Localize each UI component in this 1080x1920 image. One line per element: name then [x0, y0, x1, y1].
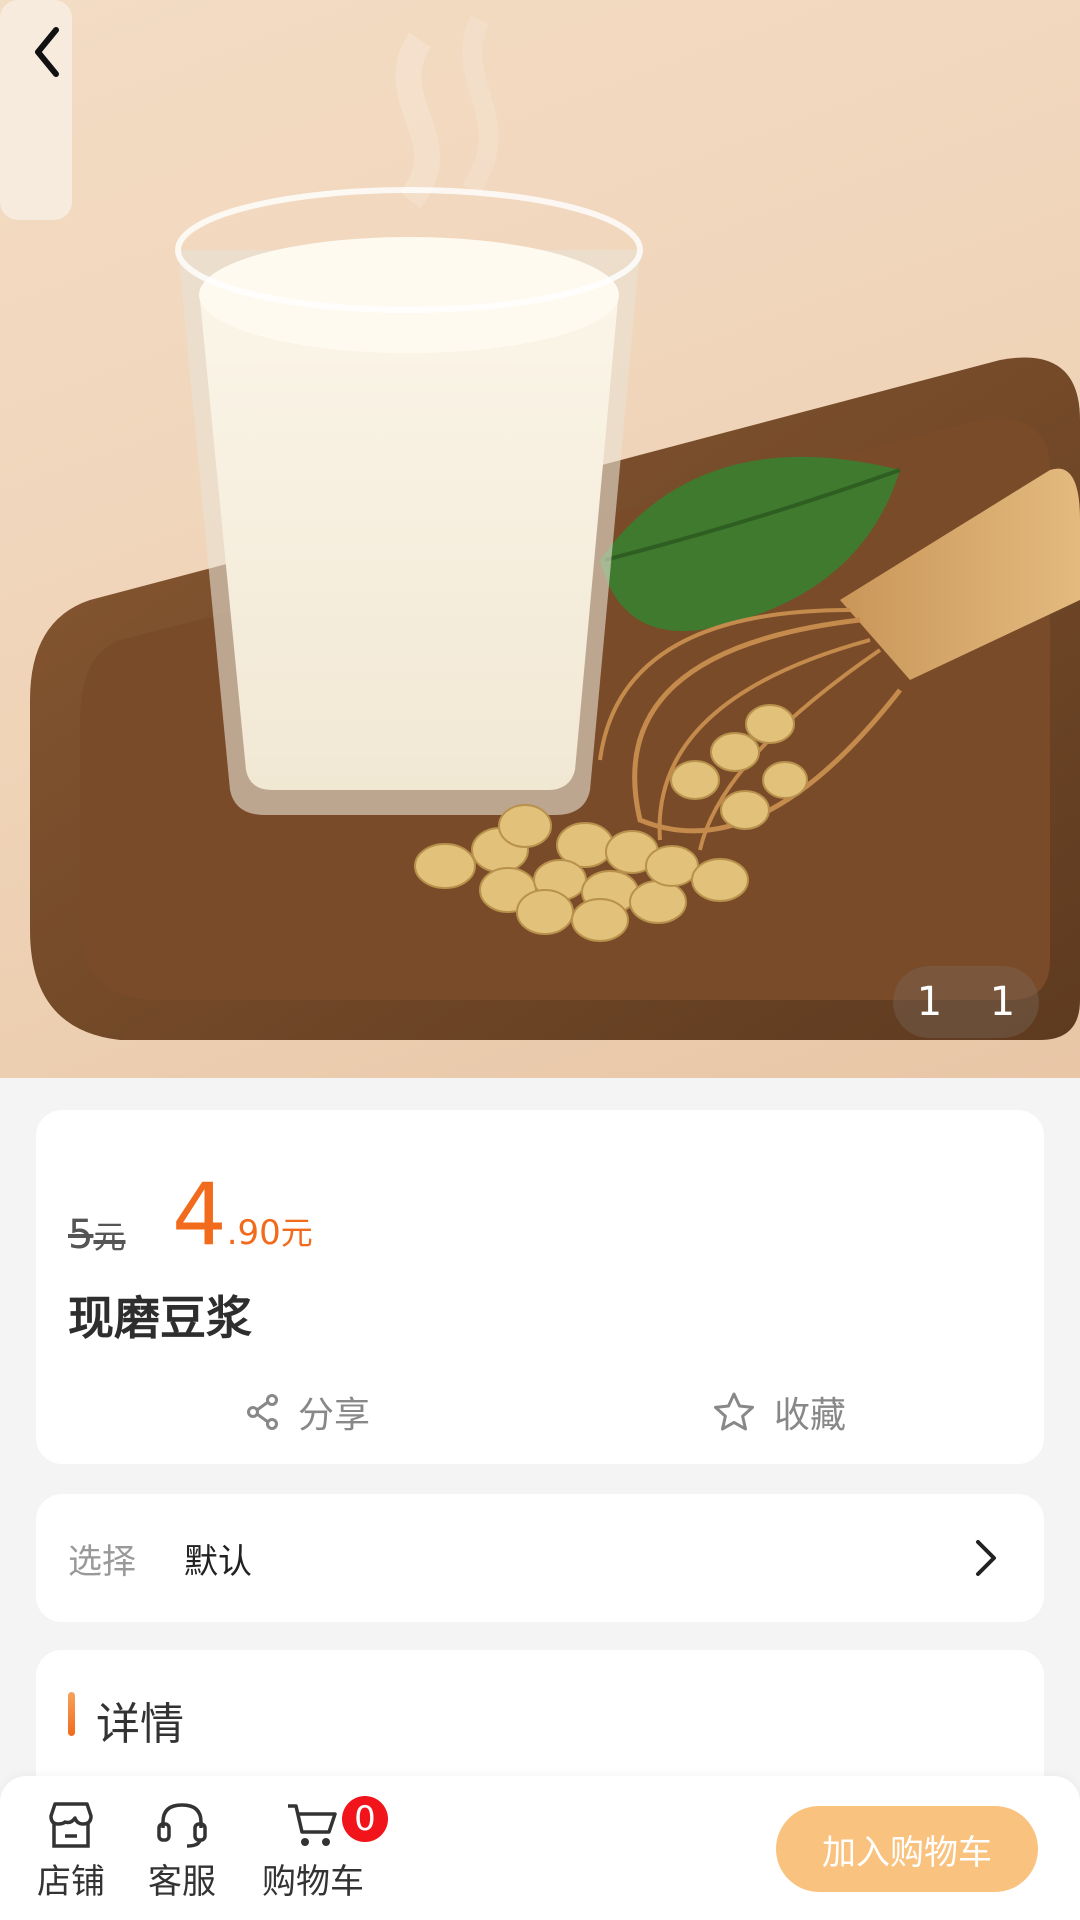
- original-price-value: 5: [68, 1212, 94, 1258]
- spec-selector[interactable]: 选择 默认: [36, 1494, 1044, 1622]
- original-price-unit: 元: [93, 1218, 126, 1256]
- spec-label: 选择: [68, 1542, 136, 1582]
- detail-accent-bar: [68, 1692, 75, 1736]
- product-title: 现磨豆浆: [68, 1291, 252, 1345]
- cart-icon: [288, 1804, 337, 1846]
- share-icon: [247, 1394, 278, 1430]
- shop-label: 店铺: [37, 1862, 105, 1902]
- share-label: 分享: [298, 1395, 371, 1436]
- sale-price-unit: 元: [280, 1214, 313, 1252]
- back-button[interactable]: [28, 22, 92, 86]
- cart-button[interactable]: 购物车 0: [256, 1796, 388, 1903]
- sale-price-decimal: .90: [226, 1213, 281, 1253]
- star-outline-icon: [714, 1392, 754, 1431]
- product-detail-page: 1 1 5元 4.90元 现磨豆浆 分享 收藏 选择 默认 详情 店铺 客服 购…: [0, 0, 1080, 1920]
- image-counter: 1 1: [893, 966, 1039, 1038]
- add-to-cart-button[interactable]: 加入购物车: [776, 1806, 1038, 1892]
- store-icon: [49, 1802, 93, 1848]
- spec-value: 默认: [184, 1542, 252, 1582]
- share-button[interactable]: 分享: [246, 1380, 370, 1444]
- favorite-label: 收藏: [774, 1395, 847, 1436]
- headset-icon: [157, 1803, 207, 1848]
- favorite-button[interactable]: 收藏: [712, 1380, 846, 1444]
- sale-price: 4.90元: [172, 1172, 313, 1258]
- original-price: 5元: [68, 1212, 125, 1258]
- customer-service-button[interactable]: 客服: [140, 1800, 224, 1903]
- detail-title: 详情: [96, 1699, 184, 1750]
- shop-button[interactable]: 店铺: [30, 1800, 112, 1903]
- product-info-card: 5元 4.90元 现磨豆浆 分享 收藏: [36, 1110, 1044, 1464]
- chevron-left-icon: [35, 27, 59, 77]
- cart-count-badge: 0: [342, 1796, 388, 1842]
- cart-label: 购物车: [262, 1862, 364, 1902]
- price-row: 5元 4.90元: [68, 1166, 968, 1266]
- image-counter-current: 1: [916, 979, 943, 1025]
- customer-service-label: 客服: [148, 1862, 216, 1902]
- image-counter-total: 1: [989, 979, 1016, 1025]
- chevron-right-icon: [976, 1540, 996, 1576]
- bottom-action-bar: 店铺 客服 购物车 0 加入购物车: [0, 1776, 1080, 1920]
- product-illustration: [0, 0, 1080, 1040]
- sale-price-integer: 4: [172, 1165, 227, 1265]
- product-image[interactable]: 1 1: [0, 0, 1080, 1078]
